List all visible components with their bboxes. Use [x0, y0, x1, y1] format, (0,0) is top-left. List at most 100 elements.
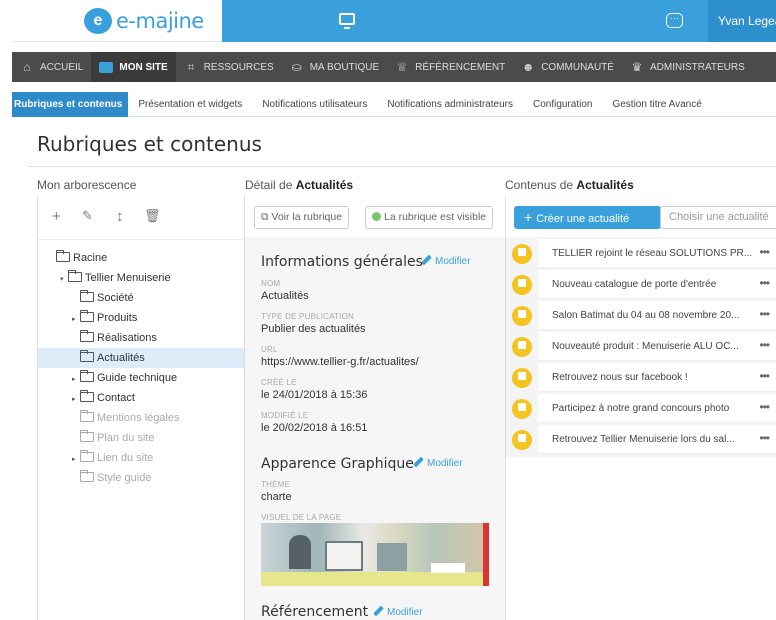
- tree-item-label: Plan du site: [97, 432, 155, 444]
- document-icon: [512, 244, 532, 264]
- field-value: Actualités: [261, 290, 309, 302]
- main-nav: ⌂ Accueil Mon site ⌗ Ressources ⛀ Ma boutique ♕…: [12, 52, 776, 82]
- nav-item-4[interactable]: ♕ Référencement: [387, 52, 513, 82]
- tree: Racine ▾ Tellier Menuiserie Société ▸ Produit…: [38, 248, 244, 488]
- appearance-title: Apparence Graphique: [261, 456, 414, 472]
- news-list: TELLIER rejoint le réseau SOLUTIONS PR..…: [506, 239, 776, 456]
- delete-icon[interactable]: 🗑: [144, 208, 161, 224]
- modify-appearance-link[interactable]: Modifier: [413, 456, 463, 469]
- nav-item-3[interactable]: ⛀ Ma boutique: [282, 52, 387, 82]
- tree-toolbar: + ✎ ↕ 🗑: [38, 196, 244, 240]
- document-icon: [512, 399, 532, 419]
- tree-item[interactable]: Racine: [38, 248, 244, 268]
- tab-1[interactable]: Présentation et widgets: [128, 92, 252, 117]
- list-item[interactable]: TELLIER rejoint le réseau SOLUTIONS PR..…: [506, 239, 776, 268]
- nav-item-label: Communauté: [541, 61, 614, 73]
- create-news-button[interactable]: + Créer une actualité: [514, 206, 661, 229]
- logo-text: e-majine: [116, 9, 204, 33]
- tab-0[interactable]: Rubriques et contenus: [12, 92, 129, 117]
- list-item-title: Participez à notre grand concours photo: [552, 403, 730, 414]
- add-icon[interactable]: +: [52, 208, 61, 225]
- tree-item[interactable]: ▸ Contact: [38, 388, 244, 408]
- logo[interactable]: e e-majine: [12, 0, 222, 42]
- field-value: https://www.tellier-g.fr/actualites/: [261, 356, 419, 368]
- list-item[interactable]: Retrouvez nous sur facebook ! •••: [506, 363, 776, 392]
- chat-icon[interactable]: ···: [666, 13, 683, 28]
- more-options-icon[interactable]: •••: [759, 332, 770, 359]
- more-options-icon[interactable]: •••: [759, 239, 770, 266]
- list-item-text: Nouveauté produit : Menuiserie ALU OC...…: [538, 332, 776, 361]
- modify-general-link[interactable]: Modifier: [421, 254, 471, 267]
- tree-item-label: Guide technique: [97, 372, 178, 384]
- nav-item-label: Ma boutique: [309, 61, 380, 73]
- tree-item-label: Racine: [73, 252, 108, 264]
- page-visual-image: [261, 523, 489, 586]
- more-options-icon[interactable]: •••: [759, 301, 770, 328]
- nav-item-1[interactable]: Mon site: [91, 52, 176, 82]
- choose-news-button[interactable]: Choisir une actualité: [660, 206, 776, 229]
- more-options-icon[interactable]: •••: [759, 363, 770, 390]
- tab-5[interactable]: Gestion titre Avancé: [602, 92, 711, 117]
- status-dot-icon: [372, 212, 381, 221]
- modify-label: Modifier: [435, 256, 471, 267]
- list-item[interactable]: Nouveauté produit : Menuiserie ALU OC...…: [506, 332, 776, 361]
- list-item[interactable]: Nouveau catalogue de porte d'entrée •••: [506, 270, 776, 299]
- chevron-icon[interactable]: ▾: [60, 270, 68, 290]
- view-section-button[interactable]: ⧉ Voir la rubrique: [254, 206, 350, 229]
- tree-item[interactable]: ▾ Tellier Menuiserie: [38, 268, 244, 288]
- more-options-icon[interactable]: •••: [759, 425, 770, 452]
- tree-column-title: Mon arborescence: [37, 178, 137, 192]
- more-options-icon[interactable]: •••: [759, 394, 770, 421]
- nav-item-2[interactable]: ⌗ Ressources: [176, 52, 282, 82]
- monitor-icon[interactable]: [339, 13, 355, 29]
- list-item[interactable]: Retrouvez Tellier Menuiserie lors du sal…: [506, 425, 776, 454]
- nav-item-label: Mon site: [119, 61, 168, 73]
- nav-item-label: Ressources: [203, 61, 274, 73]
- tree-item[interactable]: Société: [38, 288, 244, 308]
- folder-icon: [56, 250, 70, 262]
- tree-item[interactable]: ▸ Guide technique: [38, 368, 244, 388]
- nav-item-label: Administrateurs: [649, 61, 745, 73]
- list-item-text: Retrouvez nous sur facebook ! •••: [538, 363, 776, 392]
- tab-3[interactable]: Notifications administrateurs: [377, 92, 523, 117]
- tree-item-label: Actualités: [97, 352, 145, 364]
- chevron-icon[interactable]: ▸: [72, 390, 80, 410]
- nav-item-0[interactable]: ⌂ Accueil: [12, 52, 91, 82]
- nav-item-6[interactable]: ♛ Administrateurs: [622, 52, 753, 82]
- more-options-icon[interactable]: •••: [759, 270, 770, 297]
- general-info-title: Informations générales: [261, 254, 423, 270]
- move-icon[interactable]: ↕: [116, 208, 124, 225]
- list-item[interactable]: Participez à notre grand concours photo •…: [506, 394, 776, 423]
- folder-icon: [68, 270, 82, 282]
- tree-item-label: Tellier Menuiserie: [85, 272, 171, 284]
- tab-2[interactable]: Notifications utilisateurs: [252, 92, 377, 117]
- view-section-label: Voir la rubrique: [271, 211, 343, 223]
- tree-item[interactable]: Réalisations: [38, 328, 244, 348]
- tree-item[interactable]: Actualités: [38, 348, 244, 368]
- detail-title-section: Actualités: [295, 178, 354, 192]
- chevron-icon[interactable]: ▸: [72, 370, 80, 390]
- modify-seo-link[interactable]: Modifier: [373, 605, 423, 618]
- edit-icon[interactable]: ✎: [82, 208, 93, 224]
- tree-item[interactable]: Plan du site: [38, 428, 244, 448]
- external-link-icon: ⧉: [261, 211, 272, 223]
- visibility-toggle-button[interactable]: La rubrique est visible: [365, 206, 494, 229]
- pencil-icon: [373, 605, 384, 617]
- chevron-icon[interactable]: ▸: [72, 310, 80, 330]
- seo-title: Référencement: [261, 604, 369, 620]
- content-panel: + Créer une actualité Choisir une actuali…: [505, 196, 776, 620]
- page-title: Rubriques et contenus: [37, 132, 262, 156]
- tree-item[interactable]: Mentions légales: [38, 408, 244, 428]
- chevron-icon[interactable]: ▸: [72, 450, 80, 470]
- tree-item-label: Réalisations: [97, 332, 157, 344]
- tree-item[interactable]: ▸ Lien du site: [38, 448, 244, 468]
- tree-item[interactable]: Style guide: [38, 468, 244, 488]
- tree-item[interactable]: ▸ Produits: [38, 308, 244, 328]
- nav-item-5[interactable]: ☻ Communauté: [513, 52, 622, 82]
- divider: [28, 166, 776, 167]
- tab-4[interactable]: Configuration: [523, 92, 602, 117]
- list-item-text: Salon Batimat du 04 au 08 novembre 20...…: [538, 301, 776, 330]
- user-menu[interactable]: Yvan Legeay: [708, 0, 776, 42]
- list-item[interactable]: Salon Batimat du 04 au 08 novembre 20...…: [506, 301, 776, 330]
- document-icon: [512, 306, 532, 326]
